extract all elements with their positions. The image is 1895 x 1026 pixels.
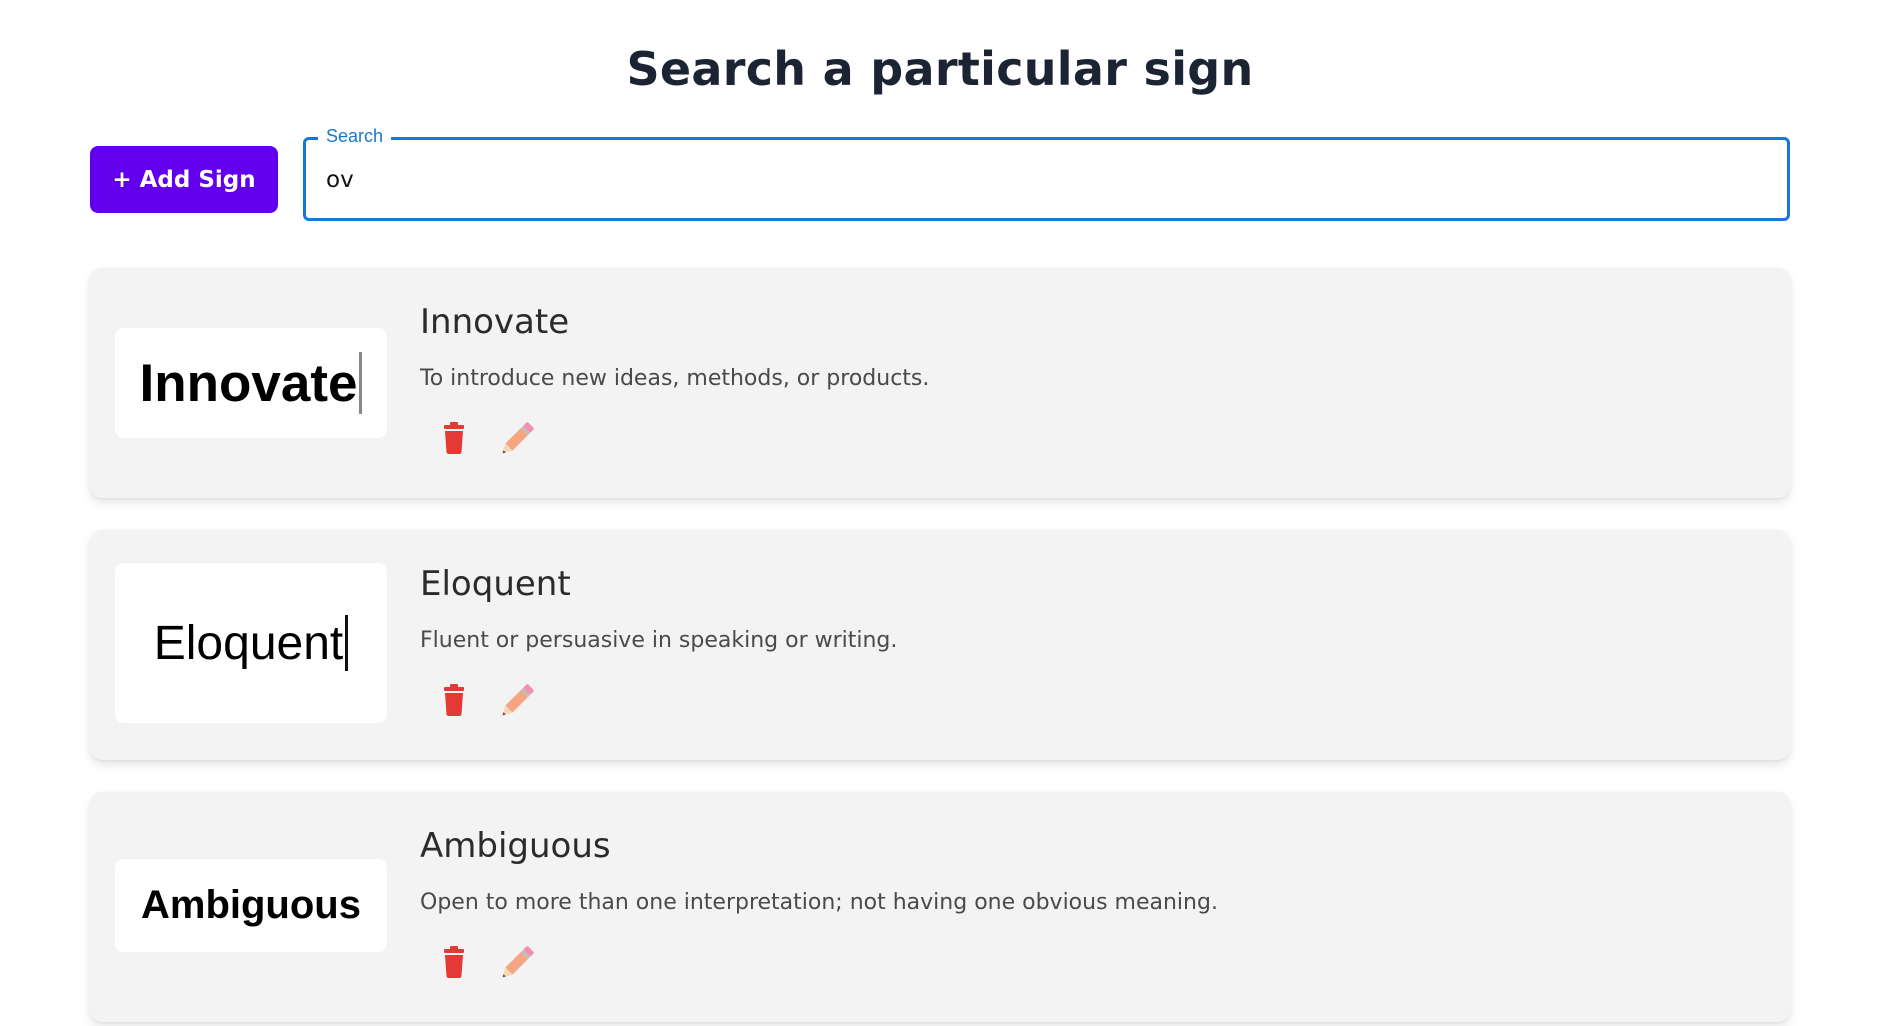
sign-image: Eloquent [115, 563, 387, 723]
delete-sign-button[interactable] [432, 680, 476, 724]
sign-image-text: Innovate [139, 353, 358, 413]
sign-image-caret [345, 615, 349, 671]
trash-icon [444, 422, 464, 454]
search-field[interactable]: Search [303, 126, 1790, 221]
sign-actions [432, 942, 552, 986]
sign-card-body: Eloquent Fluent or persuasive in speakin… [420, 530, 1760, 760]
trash-icon [444, 946, 464, 978]
sign-name: Eloquent [420, 564, 571, 604]
pencil-icon [502, 946, 534, 978]
sign-image-text: Ambiguous [141, 883, 361, 927]
sign-description: To introduce new ideas, methods, or prod… [420, 366, 930, 391]
search-label: Search [318, 126, 392, 147]
sign-card: Eloquent Eloquent Fluent or persuasive i… [90, 530, 1790, 760]
sign-actions [432, 418, 552, 462]
sign-image: Ambiguous [115, 859, 387, 952]
edit-sign-button[interactable] [494, 942, 538, 986]
sign-card-body: Innovate To introduce new ideas, methods… [420, 268, 1760, 498]
toolbar: + Add Sign Search [90, 126, 1790, 225]
sign-image: Innovate [115, 328, 387, 438]
delete-sign-button[interactable] [432, 942, 476, 986]
edit-sign-button[interactable] [494, 680, 538, 724]
sign-name: Ambiguous [420, 826, 611, 866]
pencil-icon [502, 684, 534, 716]
sign-card: Ambiguous Ambiguous Open to more than on… [90, 792, 1790, 1022]
sign-actions [432, 680, 552, 724]
search-input[interactable] [324, 158, 1768, 202]
delete-sign-button[interactable] [432, 418, 476, 462]
add-sign-button[interactable]: + Add Sign [90, 146, 278, 213]
sign-description: Open to more than one interpretation; no… [420, 890, 1218, 915]
page-title: Search a particular sign [626, 42, 1254, 96]
sign-name: Innovate [420, 302, 570, 342]
edit-sign-button[interactable] [494, 418, 538, 462]
sign-card: Innovate Innovate To introduce new ideas… [90, 268, 1790, 498]
sign-card-body: Ambiguous Open to more than one interpre… [420, 792, 1760, 1022]
sign-description: Fluent or persuasive in speaking or writ… [420, 628, 898, 653]
sign-image-text: Eloquent [153, 616, 344, 670]
pencil-icon [502, 422, 534, 454]
trash-icon [444, 684, 464, 716]
sign-image-caret [359, 352, 363, 414]
